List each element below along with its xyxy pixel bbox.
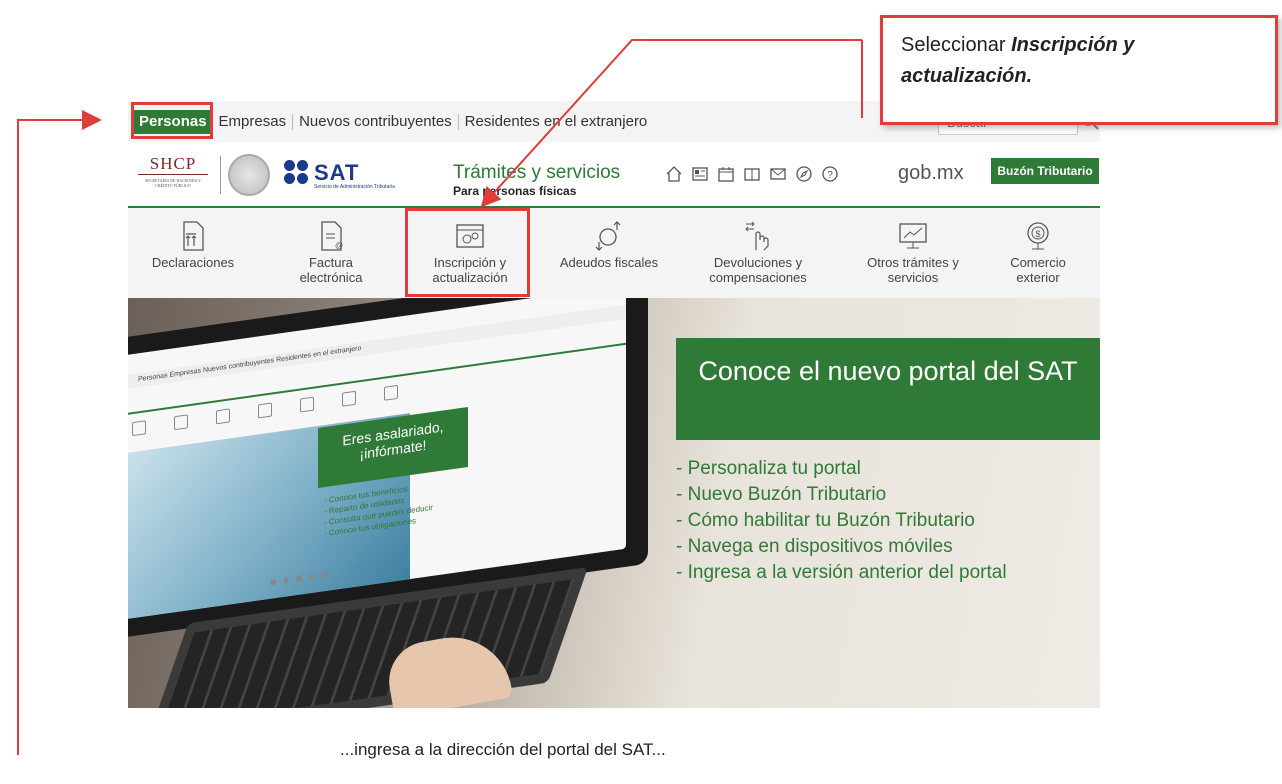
book-icon[interactable] [742,164,761,183]
service-factura[interactable]: @ Factura electrónica [276,208,386,298]
hero-link-habilitar[interactable]: - Cómo habilitar tu Buzón Tributario [676,508,1007,534]
mexico-seal-icon [228,154,270,196]
service-adeudos[interactable]: Adeudos fiscales [554,208,664,298]
mail-icon[interactable] [768,164,787,183]
page-subtitle: Para personas físicas [453,184,577,198]
service-label: Comercio exterior [1010,255,1066,285]
hero-banner[interactable]: Personas Empresas Nuevos contribuyentes … [128,298,1100,708]
hero-link-moviles[interactable]: - Navega en dispositivos móviles [676,534,1007,560]
factura-icon: @ [321,221,343,251]
shcp-logo-text: SHCP [138,154,208,175]
sat-logo-sub: Servicio de Administración Tributaria [314,184,395,190]
header-icon-bar: ? [664,164,839,183]
instruction-callout: Seleccionar Inscripción y actualización. [880,15,1278,125]
bottom-caption: ...ingresa a la dirección del portal del… [340,740,666,759]
mini-headline: Eres asalariado, ¡infórmate! [318,406,468,489]
sat-logo[interactable]: SAT Servicio de Administración Tributari… [284,160,424,194]
home-icon[interactable] [664,164,683,183]
devoluciones-icon [745,221,769,251]
service-otros[interactable]: Otros trámites y servicios [848,208,978,298]
service-label: Declaraciones [151,255,235,270]
callout-prefix: Seleccionar [901,34,1012,56]
newspaper-icon[interactable] [690,164,709,183]
services-menu: Declaraciones @ Factura electrónica Insc… [128,208,1100,298]
page-title: Trámites y servicios [453,162,621,183]
service-comercio[interactable]: $ Comercio exterior [988,208,1088,298]
logo-divider [220,156,221,194]
highlight-personas [131,102,213,139]
hero-links: - Personaliza tu portal - Nuevo Buzón Tr… [676,456,1007,586]
help-icon[interactable]: ? [820,164,839,183]
hero-link-anterior[interactable]: - Ingresa a la versión anterior del port… [676,560,1007,586]
shcp-logo[interactable]: SHCP SECRETARÍA DE HACIENDA Y CRÉDITO PÚ… [138,154,208,198]
sat-dots-icon [284,160,310,186]
tab-nuevos-contribuyentes[interactable]: Nuevos contribuyentes [293,110,458,134]
hero-link-personaliza[interactable]: - Personaliza tu portal [676,456,1007,482]
shcp-logo-sub: SECRETARÍA DE HACIENDA Y CRÉDITO PÚBLICO [145,178,201,188]
svg-text:@: @ [335,241,343,250]
hero-link-buzon[interactable]: - Nuevo Buzón Tributario [676,482,1007,508]
tab-residentes-extranjero[interactable]: Residentes en el extranjero [459,110,654,134]
comercio-icon: $ [1027,222,1049,250]
service-declaraciones[interactable]: Declaraciones [138,208,248,298]
hero-headline: Conoce el nuevo portal del SAT [676,338,1100,440]
site-header: SHCP SECRETARÍA DE HACIENDA Y CRÉDITO PÚ… [128,142,1100,208]
buzon-tributario-button[interactable]: Buzón Tributario [991,158,1099,184]
service-label: Factura electrónica [299,255,363,285]
tab-empresas[interactable]: Empresas [213,110,293,134]
compass-icon[interactable] [794,164,813,183]
service-devoluciones[interactable]: Devoluciones y compensaciones [683,208,833,298]
adeudos-icon [595,221,621,251]
sat-logo-text: SAT [314,160,360,185]
svg-text:$: $ [1035,229,1040,239]
service-label: Adeudos fiscales [559,255,659,270]
calendar-icon[interactable] [716,164,735,183]
service-label: Devoluciones y compensaciones [709,255,807,285]
svg-text:?: ? [827,170,833,181]
gob-mx-link[interactable]: gob.mx [898,162,964,185]
highlight-inscripcion [405,208,530,297]
service-label: Otros trámites y servicios [867,255,959,285]
otros-icon [899,223,927,249]
declaraciones-icon [183,221,204,251]
